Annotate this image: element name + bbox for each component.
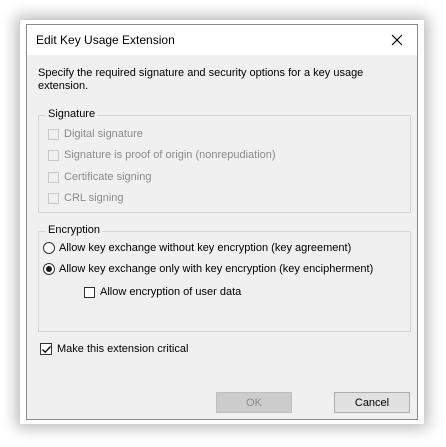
digital-signature-checkbox[interactable]: Digital signature xyxy=(48,128,143,140)
edit-key-usage-dialog: Edit Key Usage Extension Specify the req… xyxy=(26,24,418,420)
user-data-encryption-label: Allow encryption of user data xyxy=(100,286,242,298)
ok-button[interactable]: OK xyxy=(216,392,292,413)
crl-signing-label: CRL signing xyxy=(64,192,124,204)
checkbox-box xyxy=(48,192,59,204)
checkmark-icon xyxy=(42,346,51,354)
close-icon xyxy=(391,34,403,46)
checkbox-box xyxy=(48,128,59,140)
nonrepudiation-label: Signature is proof of origin (nonrepudia… xyxy=(64,149,276,161)
certificate-signing-label: Certificate signing xyxy=(64,171,152,183)
checkbox-box xyxy=(48,149,59,161)
encryption-group: Encryption Allow key exchange without ke… xyxy=(38,224,411,332)
radio-circle-selected xyxy=(43,263,55,275)
nonrepudiation-checkbox[interactable]: Signature is proof of origin (nonrepudia… xyxy=(48,149,276,161)
encryption-group-label: Encryption xyxy=(46,224,102,236)
crl-signing-checkbox[interactable]: CRL signing xyxy=(48,192,124,204)
signature-group-label: Signature xyxy=(46,108,98,120)
close-button[interactable] xyxy=(377,25,417,55)
key-agreement-radio[interactable]: Allow key exchange without key encryptio… xyxy=(43,242,351,254)
dialog-title: Edit Key Usage Extension xyxy=(36,33,175,47)
critical-extension-checkbox[interactable]: Make this extension critical xyxy=(40,343,188,355)
key-agreement-label: Allow key exchange without key encryptio… xyxy=(59,242,352,254)
checkbox-box xyxy=(84,286,95,298)
title-bar[interactable]: Edit Key Usage Extension xyxy=(27,25,417,55)
key-encipherment-label: Allow key exchange only with key encrypt… xyxy=(59,263,374,275)
critical-extension-label: Make this extension critical xyxy=(57,343,189,355)
dialog-description: Specify the required signature and secur… xyxy=(38,67,364,92)
digital-signature-label: Digital signature xyxy=(64,128,143,140)
radio-circle xyxy=(43,242,55,254)
signature-group: Signature Digital signature Signature is… xyxy=(38,108,411,213)
checkbox-box-checked xyxy=(40,343,52,355)
certificate-signing-checkbox[interactable]: Certificate signing xyxy=(48,171,151,183)
cancel-button[interactable]: Cancel xyxy=(334,392,410,413)
user-data-encryption-checkbox[interactable]: Allow encryption of user data xyxy=(84,286,241,298)
key-encipherment-radio[interactable]: Allow key exchange only with key encrypt… xyxy=(43,263,373,275)
checkbox-box xyxy=(48,171,59,183)
